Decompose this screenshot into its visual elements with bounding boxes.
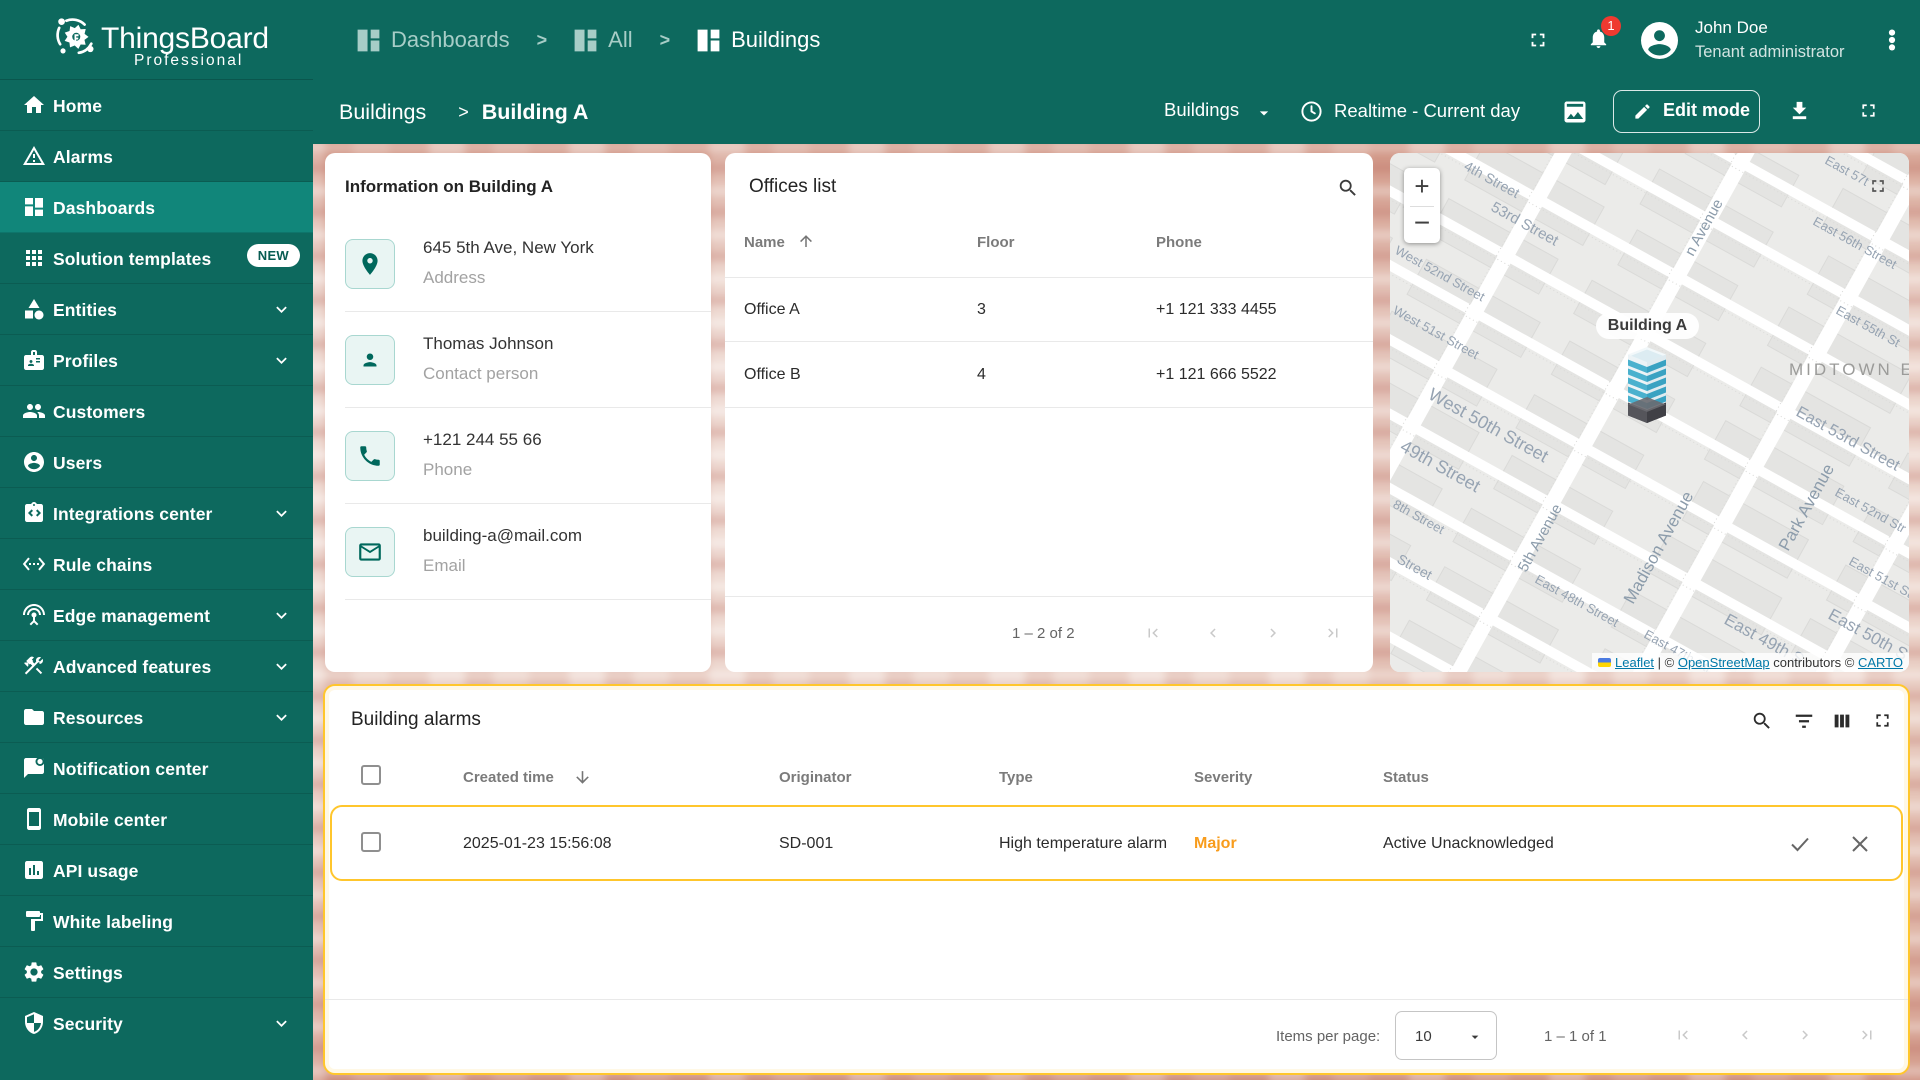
svg-text:MIDTOWN EAS: MIDTOWN EAS <box>1789 360 1909 379</box>
